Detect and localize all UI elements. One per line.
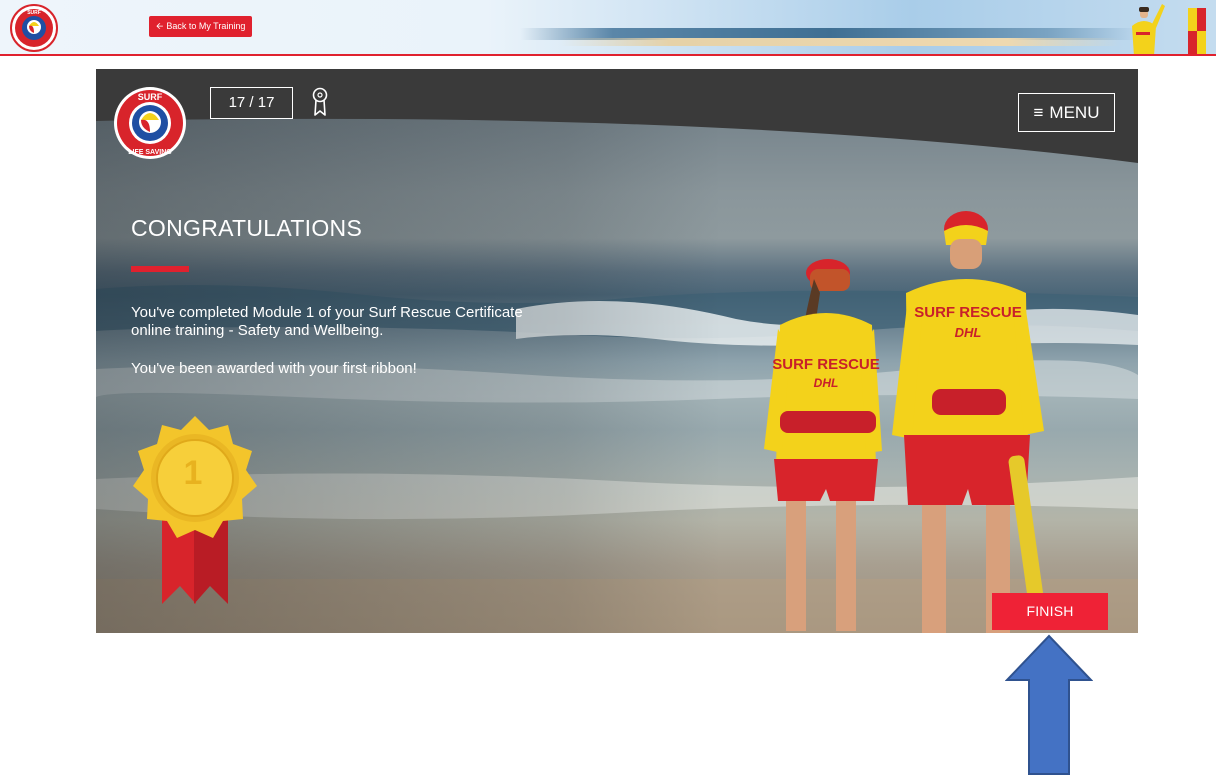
header-lifeguard-figures [1132, 4, 1206, 54]
first-ribbon-medal-icon [133, 416, 257, 604]
slide-logo-text-bottom: LIFE SAVING [128, 149, 172, 156]
surf-life-saving-slide-logo: SURF LIFE SAVING [114, 87, 186, 159]
arrow-left-icon: 🡨 [156, 21, 164, 31]
slide-logo-text-top: SURF [138, 92, 163, 102]
site-header: SURF 🡨 Back to My Training [0, 0, 1216, 56]
ribbon-icon[interactable] [311, 87, 329, 117]
heading-underline [131, 266, 189, 272]
menu-label: MENU [1049, 103, 1100, 122]
ribbon-awarded-paragraph: You've been awarded with your first ribb… [131, 360, 417, 377]
logo-text-top: SURF [27, 10, 41, 16]
hamburger-icon: ≡ [1033, 103, 1044, 122]
finish-button[interactable]: FINISH [992, 593, 1108, 630]
surf-life-saving-logo[interactable]: SURF [10, 4, 58, 52]
training-slide: SURF LIFE SAVING 17 / 17 ≡ MENU CONGRATUL… [96, 69, 1138, 633]
up-arrow-icon [1005, 634, 1093, 775]
congratulations-heading: CONGRATULATIONS [131, 215, 363, 241]
back-to-training-button[interactable]: 🡨 Back to My Training [149, 16, 253, 37]
left-shirt-sponsor: DHL [814, 376, 839, 390]
right-shirt-text: SURF RESCUE [914, 304, 1022, 321]
back-to-training-label: Back to My Training [166, 21, 246, 31]
right-shirt-sponsor: DHL [955, 325, 982, 340]
completion-message: You've completed Module 1 of your Surf R… [131, 304, 531, 398]
lifeguards-photo: SURF RESCUE DHL SURF RESCUE DHL [764, 211, 1044, 633]
medal-number: 1 [183, 454, 203, 492]
menu-button[interactable]: ≡ MENU [1018, 93, 1115, 132]
header-sand-strip [560, 38, 1120, 46]
completion-paragraph: You've completed Module 1 of your Surf R… [131, 304, 523, 339]
left-shirt-text: SURF RESCUE [772, 356, 880, 373]
slide-progress-indicator: 17 / 17 [210, 87, 293, 119]
